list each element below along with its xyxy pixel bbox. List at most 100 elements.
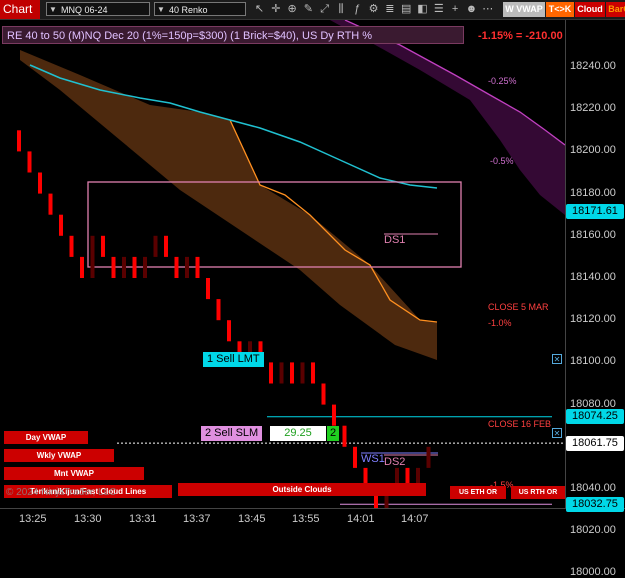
renko-brick (321, 383, 326, 405)
price-label-last-price: 18061.75 (566, 435, 624, 451)
renko-brick (122, 256, 126, 278)
renko-brick (101, 235, 105, 257)
renko-brick (353, 446, 357, 468)
renko-brick (17, 130, 21, 152)
renko-brick (174, 256, 179, 278)
toolbar-button-barc[interactable]: BarC (606, 2, 625, 17)
renko-brick (90, 235, 95, 278)
us-eth-or-button[interactable]: US ETH OR (450, 486, 506, 499)
price-tick: 18200.00 (570, 144, 616, 157)
chart-info-bar: RE 40 to 50 (M)NQ Dec 20 (1%=150p=$300) … (2, 26, 464, 44)
pnl-readout: -1.15% = -210.00 (478, 30, 563, 42)
cancel-sell-limit-icon[interactable]: ✕ (552, 354, 562, 364)
price-tick: 18160.00 (570, 228, 616, 241)
renko-brick (206, 278, 210, 300)
price-tick: 18120.00 (570, 313, 616, 326)
outside-clouds-button[interactable]: Outside Clouds (178, 483, 426, 496)
renko-brick (300, 362, 305, 384)
properties-icon[interactable]: ☰ (432, 3, 445, 16)
renko-brick (27, 151, 32, 173)
bars-icon[interactable]: ⫼ (335, 3, 348, 16)
indicator-icon[interactable]: ƒ (351, 3, 364, 16)
ds2-label: DS2 (384, 456, 406, 468)
mnt-vwap-button[interactable]: Mnt VWAP (4, 467, 144, 480)
renko-brick (290, 362, 294, 384)
sell-stop-order-tag[interactable]: 2 Sell SLM (201, 426, 263, 441)
price-tick: 18100.00 (570, 355, 616, 368)
time-tick: 14:07 (401, 513, 429, 525)
level-label-minus-0-25: -0.25% (488, 76, 517, 86)
price-tick: 18140.00 (570, 271, 616, 283)
sell-limit-order-tag[interactable]: 1 Sell LMT (203, 352, 264, 367)
ws1-label: WS1 (361, 453, 385, 465)
level-label-close-16-feb: CLOSE 16 FEB (488, 419, 552, 429)
price-tick: 18040.00 (570, 482, 616, 494)
toolbar-button-t-k[interactable]: T<>K (546, 2, 574, 17)
level-label-close-5-mar: CLOSE 5 MAR (488, 302, 549, 312)
instrument-selector[interactable]: ▼ MNQ 06-24 (46, 2, 150, 16)
renko-brick (48, 193, 53, 215)
expand-icon[interactable]: ⤢ (318, 3, 331, 16)
time-tick: 13:37 (183, 513, 211, 525)
list-icon[interactable]: ≣ (383, 3, 396, 16)
renko-brick (143, 256, 147, 278)
purple-cloud (330, 20, 565, 215)
renko-brick (132, 256, 137, 278)
time-tick: 13:25 (19, 513, 47, 525)
bar-type-selector[interactable]: ▼ 40 Renko (154, 2, 246, 16)
cancel-sell-stop-icon[interactable]: ✕ (552, 428, 562, 438)
toolbar-button-w-vwap[interactable]: W VWAP (503, 2, 545, 17)
chevron-down-icon: ▼ (157, 5, 165, 14)
user-icon[interactable]: ☻ (465, 3, 478, 16)
renko-brick (38, 172, 42, 194)
renko-brick (311, 362, 315, 384)
price-label-sell-limit: 18074.25 (566, 409, 624, 425)
price-tick: 18080.00 (570, 397, 616, 410)
renko-brick (111, 256, 116, 278)
renko-brick (153, 235, 158, 257)
price-tick: 18020.00 (570, 524, 616, 537)
chart-tab[interactable]: Chart (0, 0, 40, 19)
renko-brick (342, 425, 347, 447)
price-tick: 18240.00 (570, 60, 616, 72)
price-tick: 18000.00 (570, 566, 616, 578)
chart-trader-icon[interactable]: ◧ (416, 3, 429, 16)
watermark: © 2024 NinjaTrader, LLC (6, 487, 117, 498)
price-label-sell-stop: 18032.75 (566, 496, 624, 512)
orange-cloud (20, 50, 437, 360)
renko-brick (426, 446, 431, 468)
sell-stop-quantity[interactable]: 2 (327, 426, 339, 441)
renko-brick (59, 214, 63, 236)
renko-brick (69, 235, 74, 257)
more-icon[interactable]: ⋯ (481, 3, 494, 16)
renko-brick (216, 299, 221, 321)
dom-icon[interactable]: ▤ (400, 3, 413, 16)
renko-brick (80, 256, 84, 278)
sell-stop-pnl-value[interactable]: 29.25 (270, 426, 326, 441)
renko-brick (164, 235, 168, 257)
tools-icon[interactable]: ✎ (302, 3, 315, 16)
renko-brick (195, 256, 200, 278)
time-tick: 13:55 (292, 513, 320, 525)
us-rth-or-button[interactable]: US RTH OR (511, 486, 565, 499)
renko-brick (332, 404, 336, 426)
zoom-icon[interactable]: ⊕ (286, 3, 299, 16)
price-axis[interactable] (565, 20, 625, 508)
arrow-icon[interactable]: ↖ (253, 3, 266, 16)
time-tick: 13:30 (74, 513, 102, 525)
renko-brick (269, 362, 273, 384)
ds1-label: DS1 (384, 234, 406, 246)
time-tick: 13:31 (129, 513, 157, 525)
level-label-minus-0-5: -0.5% (490, 156, 514, 166)
crosshair-icon[interactable]: ✛ (269, 3, 282, 16)
bar-type-value: 40 Renko (169, 5, 208, 15)
toolbar-button-cloud[interactable]: Cloud (575, 2, 605, 17)
day-vwap-button[interactable]: Day VWAP (4, 431, 88, 444)
wkly-vwap-button[interactable]: Wkly VWAP (4, 449, 114, 462)
price-tick: 18180.00 (570, 186, 616, 199)
strategy-icon[interactable]: ⚙ (367, 3, 380, 16)
renko-brick (185, 256, 189, 278)
price-label-vwap: 18171.61 (566, 203, 624, 219)
plus-icon[interactable]: + (449, 3, 462, 16)
level-label-minus-1-0: -1.0% (488, 318, 512, 328)
